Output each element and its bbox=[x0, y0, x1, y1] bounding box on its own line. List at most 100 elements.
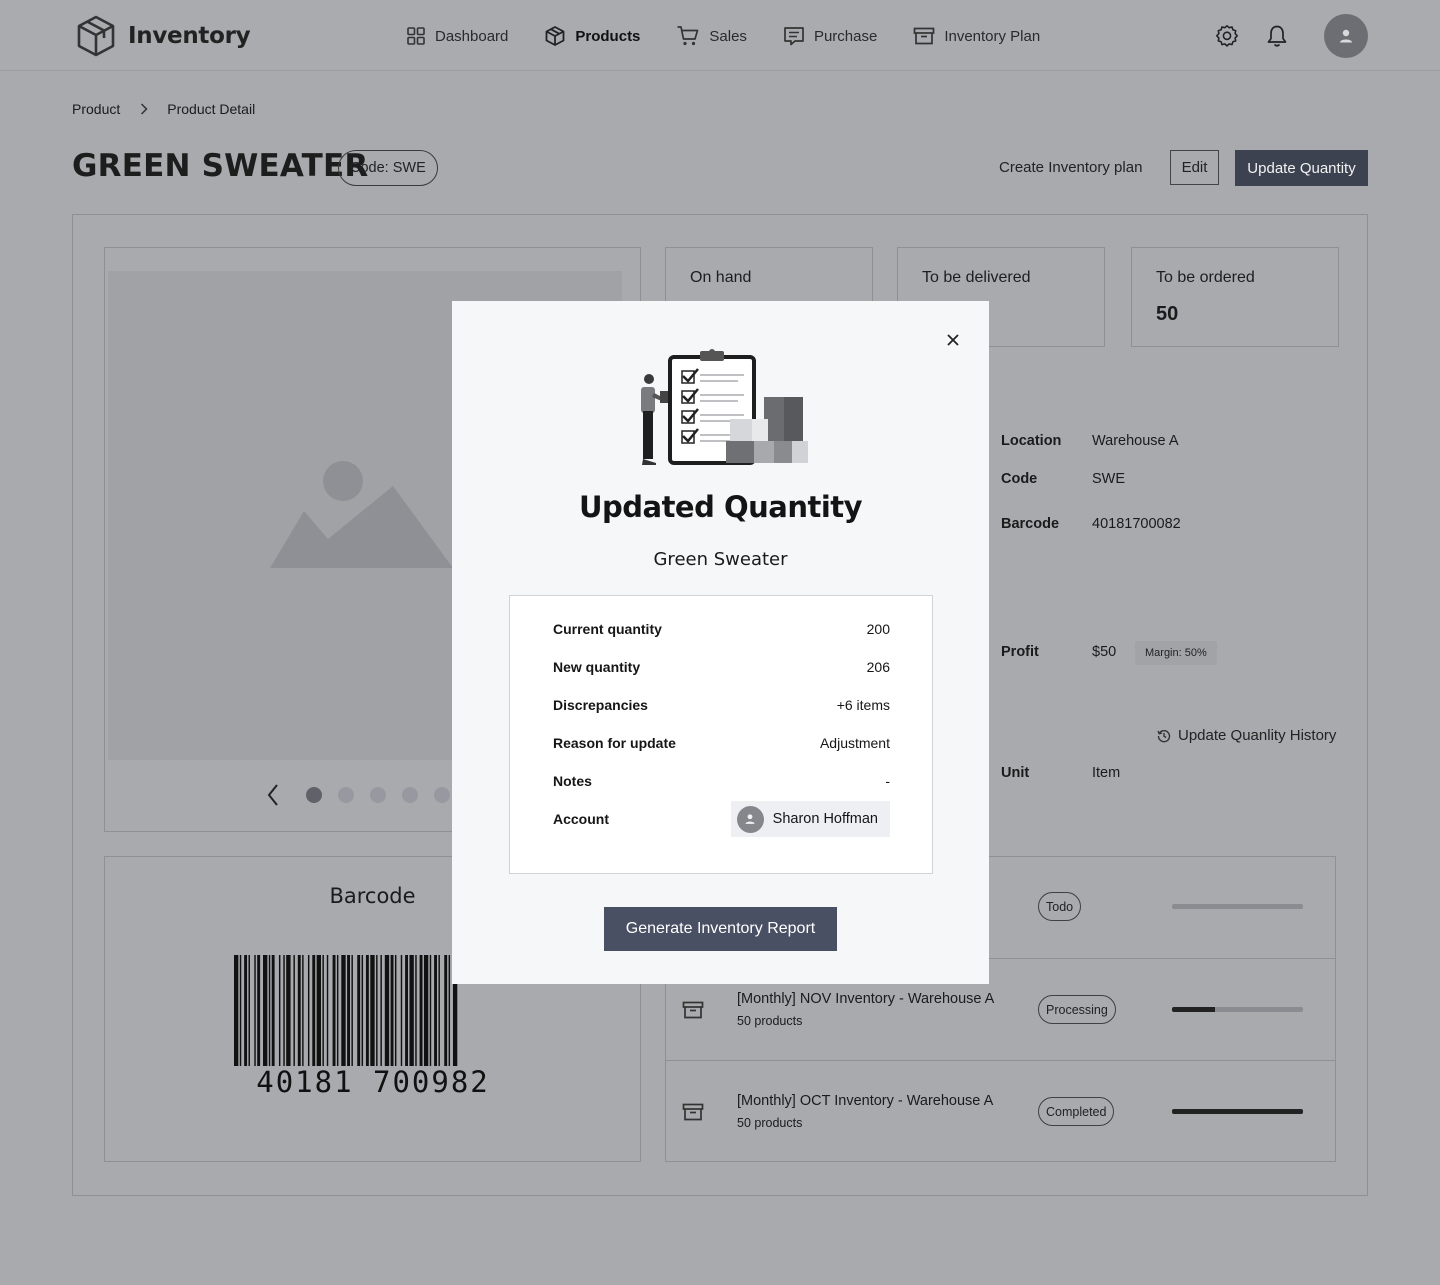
box-icon bbox=[545, 26, 565, 46]
summary-row-notes: Notes - bbox=[553, 773, 890, 789]
modal-title: Updated Quantity bbox=[578, 490, 863, 524]
nav-purchase-label: Purchase bbox=[813, 27, 878, 45]
history-link-label: Update Quanlity History bbox=[1178, 727, 1337, 744]
user-avatar[interactable] bbox=[1324, 14, 1368, 58]
profit-value: $50 bbox=[1092, 644, 1117, 660]
plan-progress-bar bbox=[1172, 1007, 1303, 1012]
generate-inventory-report-button[interactable]: Generate Inventory Report bbox=[604, 907, 837, 951]
nav-sales[interactable]: Sales bbox=[676, 22, 747, 50]
nav-purchase[interactable]: Purchase bbox=[783, 22, 877, 50]
update-quantity-button[interactable]: Update Quantity bbox=[1235, 150, 1368, 186]
status-badge: Todo bbox=[1038, 892, 1082, 921]
page-title: GREEN SWEATER bbox=[72, 148, 369, 184]
product-code-chip: Code: SWE bbox=[338, 150, 438, 186]
archive-icon bbox=[682, 1103, 704, 1121]
code-value: SWE bbox=[1092, 471, 1126, 487]
app-logo[interactable]: Inventory bbox=[74, 14, 251, 58]
margin-badge: Margin: 50% bbox=[1135, 641, 1217, 665]
create-inventory-plan-button[interactable]: Create Inventory plan bbox=[999, 159, 1142, 176]
new-quantity-value: 206 bbox=[866, 659, 890, 675]
top-navigation-bar: Inventory Dashboard Products Sales Purch… bbox=[0, 0, 1440, 71]
nav-dashboard[interactable]: Dashboard bbox=[406, 22, 508, 50]
nav-products-label: Products bbox=[575, 27, 641, 45]
current-quantity-label: Current quantity bbox=[553, 621, 662, 637]
reason-label: Reason for update bbox=[553, 735, 676, 751]
carousel-dot[interactable] bbox=[370, 787, 386, 803]
status-badge: Completed bbox=[1038, 1097, 1115, 1126]
current-quantity-value: 200 bbox=[866, 621, 890, 637]
reason-value: Adjustment bbox=[819, 735, 890, 751]
notes-value: - bbox=[885, 773, 890, 789]
code-label: Code bbox=[1001, 471, 1038, 487]
plan-progress-bar bbox=[1172, 1109, 1303, 1114]
cart-icon bbox=[677, 26, 699, 46]
summary-row-current-quantity: Current quantity 200 bbox=[553, 621, 890, 637]
plan-progress-fill bbox=[1172, 1109, 1303, 1114]
gear-icon[interactable] bbox=[1215, 24, 1239, 48]
inventory-plan-row[interactable]: [Monthly] OCT Inventory - Warehouse A 50… bbox=[665, 1060, 1336, 1162]
plan-title: [Monthly] NOV Inventory - Warehouse A bbox=[737, 991, 995, 1007]
app-name: Inventory bbox=[128, 23, 251, 49]
account-label: Account bbox=[553, 811, 609, 827]
summary-row-new-quantity: New quantity 206 bbox=[553, 659, 890, 675]
plan-title: [Monthly] OCT Inventory - Warehouse A bbox=[737, 1093, 994, 1109]
plan-progress-bar bbox=[1172, 904, 1303, 909]
receipt-icon bbox=[784, 27, 804, 46]
carousel-dot[interactable] bbox=[306, 787, 322, 803]
inventory-checklist-illustration bbox=[641, 349, 808, 465]
stat-to-be-ordered: To be ordered 50 bbox=[1131, 247, 1339, 347]
plan-subtitle: 50 products bbox=[737, 1014, 803, 1028]
account-chip[interactable]: Sharon Hoffman bbox=[730, 801, 890, 837]
breadcrumb-product[interactable]: Product bbox=[72, 101, 120, 117]
summary-row-discrepancies: Discrepancies +6 items bbox=[553, 697, 890, 713]
modal-subtitle: Green Sweater bbox=[653, 549, 788, 570]
box-logo-icon bbox=[77, 15, 115, 57]
nav-inventory-plan[interactable]: Inventory Plan bbox=[913, 22, 1040, 50]
summary-row-reason: Reason for update Adjustment bbox=[553, 735, 890, 751]
stat-to-be-delivered-label: To be delivered bbox=[922, 269, 1031, 286]
chevron-right-icon bbox=[140, 103, 148, 115]
location-value: Warehouse A bbox=[1092, 433, 1179, 449]
main-nav: Dashboard Products Sales Purchase Invent… bbox=[406, 22, 1076, 50]
image-carousel-controls bbox=[266, 783, 450, 807]
discrepancies-value: +6 items bbox=[836, 697, 890, 713]
user-avatar-icon bbox=[1340, 29, 1352, 43]
discrepancies-label: Discrepancies bbox=[553, 697, 648, 713]
dashboard-grid-icon bbox=[407, 27, 425, 45]
close-icon[interactable] bbox=[943, 330, 963, 350]
update-quantity-history-link[interactable]: Update Quanlity History bbox=[1157, 727, 1336, 744]
breadcrumb-current: Product Detail bbox=[167, 101, 256, 117]
history-icon bbox=[1157, 729, 1171, 742]
bell-icon[interactable] bbox=[1266, 24, 1288, 48]
account-name: Sharon Hoffman bbox=[772, 811, 878, 827]
plan-subtitle: 50 products bbox=[737, 1116, 803, 1130]
nav-sales-label: Sales bbox=[709, 27, 747, 45]
status-badge: Processing bbox=[1038, 995, 1116, 1024]
edit-button[interactable]: Edit bbox=[1170, 150, 1219, 185]
carousel-dot[interactable] bbox=[338, 787, 354, 803]
user-avatar-icon bbox=[745, 814, 755, 824]
barcode-value: 40181700082 bbox=[1092, 516, 1181, 532]
carousel-dot[interactable] bbox=[434, 787, 450, 803]
stat-to-be-ordered-label: To be ordered bbox=[1156, 269, 1255, 286]
stat-to-be-ordered-value: 50 bbox=[1156, 303, 1179, 325]
nav-dashboard-label: Dashboard bbox=[435, 27, 509, 45]
nav-products[interactable]: Products bbox=[544, 22, 640, 50]
account-avatar bbox=[736, 805, 764, 833]
unit-value: Item bbox=[1092, 765, 1121, 781]
summary-row-account: Account Sharon Hoffman bbox=[553, 801, 890, 837]
updated-quantity-modal: Updated Quantity Green Sweater Current q… bbox=[452, 301, 989, 984]
unit-label: Unit bbox=[1001, 765, 1030, 781]
chevron-left-icon[interactable] bbox=[266, 783, 280, 807]
plan-progress-fill bbox=[1172, 1007, 1216, 1012]
barcode-number: 40181 700982 bbox=[234, 1066, 512, 1097]
breadcrumb: Product Product Detail bbox=[72, 101, 255, 117]
quantity-summary-card: Current quantity 200 New quantity 206 Di… bbox=[509, 595, 933, 874]
carousel-dot[interactable] bbox=[402, 787, 418, 803]
stat-on-hand-label: On hand bbox=[690, 269, 752, 286]
archive-icon bbox=[682, 1001, 704, 1019]
new-quantity-label: New quantity bbox=[553, 659, 641, 675]
location-label: Location bbox=[1001, 433, 1062, 449]
nav-inventory-plan-label: Inventory Plan bbox=[944, 27, 1041, 45]
profit-label: Profit bbox=[1001, 644, 1039, 660]
